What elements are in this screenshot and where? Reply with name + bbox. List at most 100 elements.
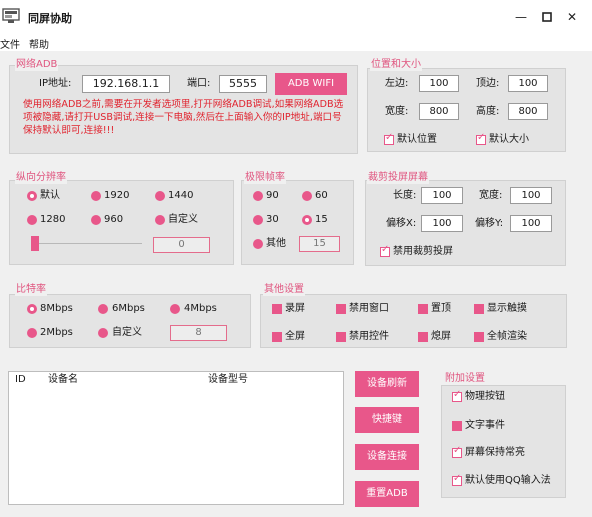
- default-size-label: 默认大小: [489, 134, 529, 145]
- resolution-label-1280: 1280: [40, 214, 66, 225]
- framerate-label-15: 15: [315, 214, 328, 225]
- reset-adb-button[interactable]: 重置ADB: [355, 481, 419, 507]
- bitrate-radio-4mbps[interactable]: [170, 304, 180, 314]
- framerate-label-other: 其他: [266, 238, 286, 249]
- other-settings-title: 其他设置: [263, 284, 305, 296]
- default-position-checkbox[interactable]: [384, 132, 394, 145]
- extra-settings-title: 附加设置: [444, 373, 486, 385]
- column-header-id[interactable]: ID: [15, 374, 26, 386]
- menu-file[interactable]: 文件: [0, 36, 20, 51]
- width-input[interactable]: 800: [419, 103, 459, 120]
- option-full-frame-render-label: 全帧渲染: [487, 331, 527, 342]
- option-fullscreen-checkbox[interactable]: [272, 332, 282, 342]
- resolution-label-1440: 1440: [168, 190, 194, 201]
- option-screen-off-checkbox[interactable]: [418, 332, 428, 342]
- app-icon: [2, 8, 20, 23]
- default-size-checkbox[interactable]: [476, 132, 486, 145]
- port-label: 端口:: [187, 78, 211, 89]
- disable-crop-checkbox[interactable]: [380, 244, 390, 257]
- column-header-device-model[interactable]: 设备型号: [208, 374, 248, 386]
- port-input[interactable]: 5555: [219, 75, 267, 93]
- bitrate-label-2mbps: 2Mbps: [40, 327, 73, 338]
- option-fullscreen-label: 全屏: [285, 331, 305, 342]
- connect-device-button[interactable]: 设备连接: [355, 444, 419, 470]
- bitrate-title: 比特率: [15, 284, 47, 296]
- resolution-radio-960[interactable]: [91, 215, 101, 225]
- option-always-on-top-label: 置顶: [431, 303, 451, 314]
- height-label: 高度:: [476, 106, 500, 117]
- option-disable-window-checkbox[interactable]: [336, 304, 346, 314]
- default-position-label: 默认位置: [397, 134, 437, 145]
- left-label: 左边:: [385, 78, 409, 89]
- crop-width-input[interactable]: 100: [510, 187, 552, 204]
- close-icon[interactable]: ✕: [563, 8, 581, 26]
- top-input[interactable]: 100: [508, 75, 548, 92]
- crop-title: 裁剪投屏屏幕: [367, 172, 429, 184]
- resolution-custom-input[interactable]: 0: [153, 237, 210, 253]
- menu-help[interactable]: 帮助: [29, 36, 49, 51]
- resolution-radio-1920[interactable]: [91, 191, 101, 201]
- bitrate-label-4mbps: 4Mbps: [184, 303, 217, 314]
- width-label: 宽度:: [385, 106, 409, 117]
- resolution-radio-1440[interactable]: [155, 191, 165, 201]
- resolution-label-960: 960: [104, 214, 124, 225]
- option-disable-window-label: 禁用窗口: [349, 303, 389, 314]
- bitrate-label-6mbps: 6Mbps: [112, 303, 145, 314]
- ip-input[interactable]: 192.168.1.1: [82, 75, 170, 93]
- resolution-title: 纵向分辨率: [15, 172, 67, 184]
- framerate-label-60: 60: [315, 190, 328, 201]
- resolution-radio-1280[interactable]: [27, 215, 37, 225]
- option-full-frame-render-checkbox[interactable]: [474, 332, 484, 342]
- framerate-radio-other[interactable]: [253, 239, 263, 249]
- adb-wifi-button[interactable]: ADB WIFI: [275, 73, 347, 95]
- resolution-slider-track[interactable]: [36, 243, 142, 244]
- resolution-label-custom: 自定义: [168, 214, 198, 225]
- shortcuts-button[interactable]: 快捷键: [355, 407, 419, 433]
- framerate-radio-60[interactable]: [302, 191, 312, 201]
- minimize-icon[interactable]: —: [512, 8, 530, 26]
- framerate-radio-15[interactable]: [302, 215, 312, 225]
- crop-offset-x-label: 偏移X:: [386, 218, 417, 229]
- text-events-label: 文字事件: [465, 420, 505, 431]
- resolution-slider-handle[interactable]: [31, 236, 39, 251]
- bitrate-radio-8mbps[interactable]: [27, 304, 37, 314]
- maximize-icon[interactable]: [538, 8, 556, 26]
- option-record-checkbox[interactable]: [272, 304, 282, 314]
- resolution-radio-custom[interactable]: [155, 215, 165, 225]
- network-adb-title: 网络ADB: [15, 59, 59, 71]
- default-qq-ime-label: 默认使用QQ输入法: [465, 475, 551, 486]
- text-events-checkbox[interactable]: [452, 421, 462, 431]
- position-size-title: 位置和大小: [370, 59, 422, 71]
- resolution-label-1920: 1920: [104, 190, 130, 201]
- bitrate-custom-input[interactable]: 8: [170, 325, 227, 341]
- device-list[interactable]: ID 设备名 设备型号: [8, 371, 344, 505]
- bitrate-radio-2mbps[interactable]: [27, 328, 37, 338]
- default-qq-ime-checkbox[interactable]: [452, 473, 462, 486]
- crop-length-input[interactable]: 100: [421, 187, 463, 204]
- window-title: 同屏协助: [28, 12, 72, 25]
- physical-buttons-label: 物理按钮: [465, 391, 505, 402]
- resolution-radio-default[interactable]: [27, 191, 37, 201]
- framerate-radio-30[interactable]: [253, 215, 263, 225]
- column-header-device-name[interactable]: 设备名: [48, 374, 78, 386]
- crop-offset-y-input[interactable]: 100: [510, 215, 552, 232]
- crop-length-label: 长度:: [393, 190, 417, 201]
- option-always-on-top-checkbox[interactable]: [418, 304, 428, 314]
- option-show-touch-checkbox[interactable]: [474, 304, 484, 314]
- disable-crop-label: 禁用裁剪投屏: [393, 246, 453, 257]
- option-disable-controls-checkbox[interactable]: [336, 332, 346, 342]
- refresh-devices-button[interactable]: 设备刷新: [355, 371, 419, 397]
- left-input[interactable]: 100: [419, 75, 459, 92]
- bitrate-radio-6mbps[interactable]: [98, 304, 108, 314]
- height-input[interactable]: 800: [508, 103, 548, 120]
- keep-screen-on-checkbox[interactable]: [452, 445, 462, 458]
- bitrate-radio-custom[interactable]: [98, 328, 108, 338]
- bitrate-label-8mbps: 8Mbps: [40, 303, 73, 314]
- physical-buttons-checkbox[interactable]: [452, 389, 462, 402]
- framerate-custom-input[interactable]: 15: [299, 236, 340, 252]
- crop-offset-x-input[interactable]: 100: [421, 215, 463, 232]
- bitrate-label-custom: 自定义: [112, 327, 142, 338]
- framerate-radio-90[interactable]: [253, 191, 263, 201]
- framerate-label-30: 30: [266, 214, 279, 225]
- title-bar: 同屏协助 — ✕: [0, 0, 592, 35]
